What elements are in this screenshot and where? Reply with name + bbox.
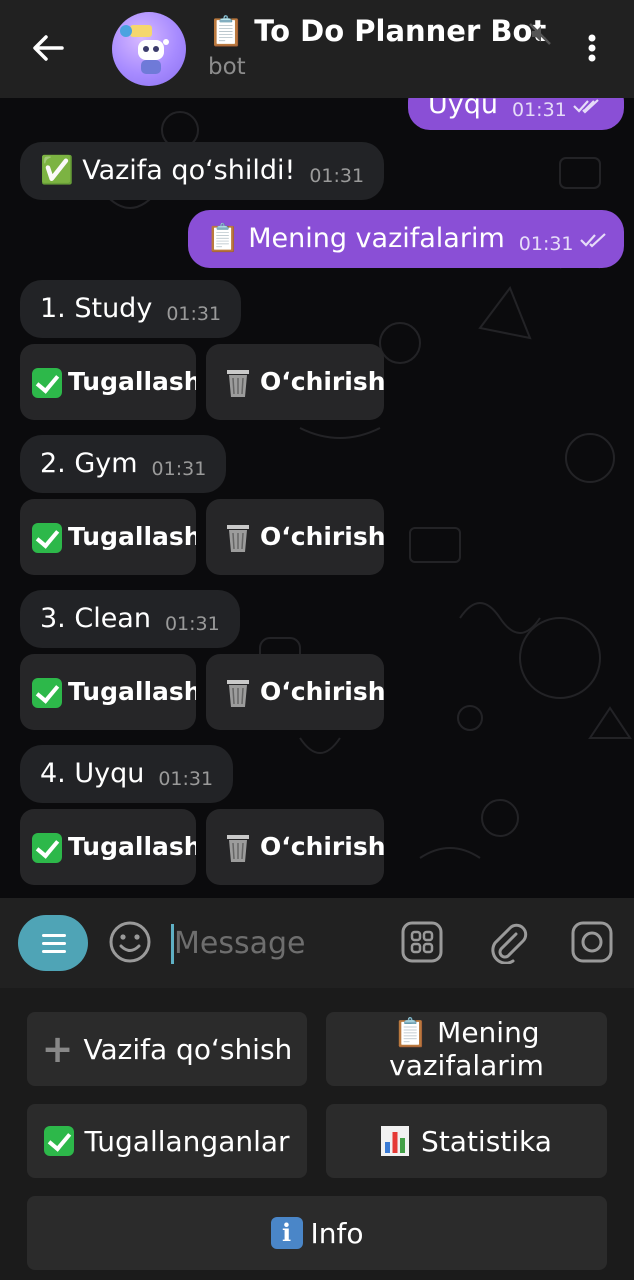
complete-task-button[interactable]: Tugallash [20,654,196,730]
reply-keyboard: + Vazifa qoʻshish 📋 Mening vazifalarim Tu… [0,988,634,1280]
emoji-icon[interactable] [108,920,152,964]
message-text: 4. Uyqu [40,758,145,789]
button-label-line1: 📋 Mening [393,1016,540,1049]
button-label: Tugallash [68,677,196,706]
double-check-icon [579,233,606,248]
task-message[interactable]: 3. Clean 01:31 [20,590,240,648]
message-text: ✅ Vazifa qoʻshildi! [40,155,296,186]
delete-task-button[interactable]: Oʻchirish [206,499,384,575]
my-tasks-button[interactable]: 📋 Mening vazifalarim [326,1012,607,1086]
chat-subtitle: bot [208,54,246,80]
message-time: 01:31 [164,613,220,635]
task-message[interactable]: 1. Study 01:31 [20,280,242,338]
delete-task-button[interactable]: Oʻchirish [206,654,384,730]
back-arrow-icon[interactable] [28,28,68,68]
message-incoming[interactable]: ✅ Vazifa qoʻshildi! 01:31 [20,142,385,200]
message-outgoing[interactable]: 📋 Mening vazifalarim 01:31 [188,210,624,268]
task-message[interactable]: 2. Gym 01:31 [20,435,227,493]
complete-task-button[interactable]: Tugallash [20,344,196,420]
check-icon [32,368,62,398]
bot-avatar[interactable] [112,12,186,86]
message-text: 3. Clean [40,603,151,634]
button-label: Oʻchirish [260,522,384,551]
message-text: Uyqu [428,98,498,120]
button-label: Info [310,1216,364,1250]
trash-icon [227,680,249,707]
button-label: Vazifa qoʻshish [83,1032,293,1066]
attach-icon[interactable] [486,920,530,964]
robot-icon [120,25,169,74]
trash-icon [227,525,249,552]
chat-title[interactable]: 📋 To Do Planner Bot [208,14,546,49]
statistics-button[interactable]: Statistika [326,1104,607,1178]
message-text: 2. Gym [40,448,138,479]
message-time: 01:31 [512,99,567,121]
message-time: 01:31 [166,303,222,325]
camera-icon[interactable] [570,920,614,964]
message-time: 01:31 [518,233,574,255]
check-icon [32,833,62,863]
bot-menu-button[interactable] [18,915,88,971]
message-outgoing[interactable]: Uyqu 01:31 [408,98,624,130]
button-label: Tugallanganlar [84,1124,290,1158]
trash-icon [227,370,249,397]
task-message[interactable]: 4. Uyqu 01:31 [20,745,234,803]
complete-task-button[interactable]: Tugallash [20,809,196,885]
delete-task-button[interactable]: Oʻchirish [206,344,384,420]
muted-icon [529,23,551,45]
add-task-button[interactable]: + Vazifa qoʻshish [27,1012,307,1086]
button-label: Tugallash [68,367,196,396]
trash-icon [227,835,249,862]
button-label: Statistika [421,1124,552,1158]
button-label-line2: vazifalarim [389,1049,544,1082]
button-label: Oʻchirish [260,677,384,706]
button-label: Oʻchirish [260,367,384,396]
completed-tasks-button[interactable]: Tugallanganlar [27,1104,307,1178]
button-label: Tugallash [68,832,196,861]
message-input[interactable] [174,920,374,966]
message-time: 01:31 [151,458,207,480]
check-icon [32,678,62,708]
info-button[interactable]: i Info [27,1196,607,1270]
plus-icon: + [41,1026,74,1071]
bot-commands-icon[interactable] [400,920,444,964]
message-input-bar [0,898,634,988]
bar-chart-icon [381,1126,410,1156]
button-label: Tugallash [68,522,196,551]
message-time: 01:31 [309,165,365,187]
more-options-icon[interactable] [580,28,604,68]
complete-task-button[interactable]: Tugallash [20,499,196,575]
message-time: 01:31 [158,768,214,790]
delete-task-button[interactable]: Oʻchirish [206,809,384,885]
message-text: 1. Study [40,293,153,324]
message-text: 📋 Mening vazifalarim [206,223,505,254]
check-icon [44,1126,75,1156]
check-icon [32,523,62,553]
chat-header: 📋 To Do Planner Bot bot [0,0,634,98]
chat-area[interactable]: Uyqu 01:31 ✅ Vazifa qoʻshildi! 01:31 📋 Men… [0,98,634,898]
double-check-icon [572,99,599,114]
info-icon: i [270,1217,303,1249]
button-label: Oʻchirish [260,832,384,861]
